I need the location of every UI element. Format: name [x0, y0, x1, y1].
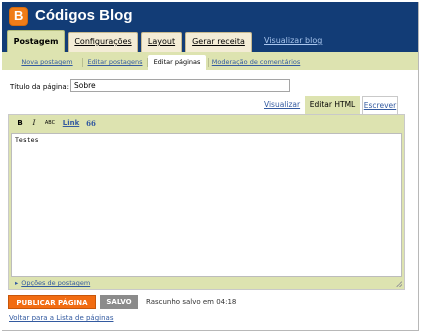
post-options-toggle[interactable]: ▸ Opções de postagem: [15, 279, 90, 287]
view-blog-link[interactable]: Visualizar blog: [264, 36, 322, 45]
spellcheck-button[interactable]: ABC: [43, 118, 57, 129]
tab-configuracoes[interactable]: Configurações: [68, 32, 138, 52]
italic-button[interactable]: I: [29, 118, 39, 129]
tab-gerar-receita[interactable]: Gerar receita: [185, 32, 252, 52]
page-title-input[interactable]: Sobre: [70, 79, 290, 92]
bold-button[interactable]: B: [15, 118, 25, 129]
link-button[interactable]: Link: [62, 118, 80, 129]
preview-link[interactable]: Visualizar: [264, 96, 300, 114]
editor-toolbar: B I ABC Link 66: [9, 115, 404, 132]
resize-grip-icon[interactable]: [396, 281, 402, 287]
sub-navigation: Nova postagem Editar postagens Editar pá…: [2, 52, 418, 70]
subtab-moderacao[interactable]: Moderação de comentários: [211, 55, 301, 70]
tab-postagem[interactable]: Postagem: [7, 30, 65, 52]
header: B Códigos Blog Postagem Configurações La…: [2, 2, 418, 52]
html-editor-textarea[interactable]: Testes: [11, 133, 402, 277]
blogger-logo-icon[interactable]: B: [9, 7, 28, 26]
blockquote-button[interactable]: 66: [84, 118, 98, 129]
publish-button[interactable]: PUBLICAR PÁGINA: [8, 295, 96, 309]
post-editor: B I ABC Link 66 Testes ▸ Opções de postag…: [8, 114, 405, 290]
blog-title: Códigos Blog: [35, 7, 133, 24]
autosave-status: Rascunho salvo em 04:18: [146, 298, 237, 306]
subtab-editar-postagens[interactable]: Editar postagens: [86, 55, 144, 70]
tab-compose[interactable]: Escrever: [362, 96, 398, 114]
logo-letter: B: [14, 8, 24, 23]
tab-edit-html[interactable]: Editar HTML: [305, 96, 360, 114]
tab-layout[interactable]: Layout: [141, 32, 182, 52]
post-options-label: Opções de postagem: [21, 279, 91, 287]
subtab-nova-postagem[interactable]: Nova postagem: [16, 55, 78, 70]
subtab-editar-paginas[interactable]: Editar páginas: [148, 55, 206, 70]
subtab-divider: [208, 58, 209, 67]
saved-button[interactable]: SALVO: [100, 295, 138, 309]
subtab-divider: [82, 58, 83, 67]
blogger-window: B Códigos Blog Postagem Configurações La…: [2, 2, 419, 331]
back-to-pages-link[interactable]: Voltar para a Lista de páginas: [9, 314, 113, 322]
triangle-right-icon: ▸: [15, 279, 19, 287]
page-title-label: Título da página:: [10, 83, 70, 91]
